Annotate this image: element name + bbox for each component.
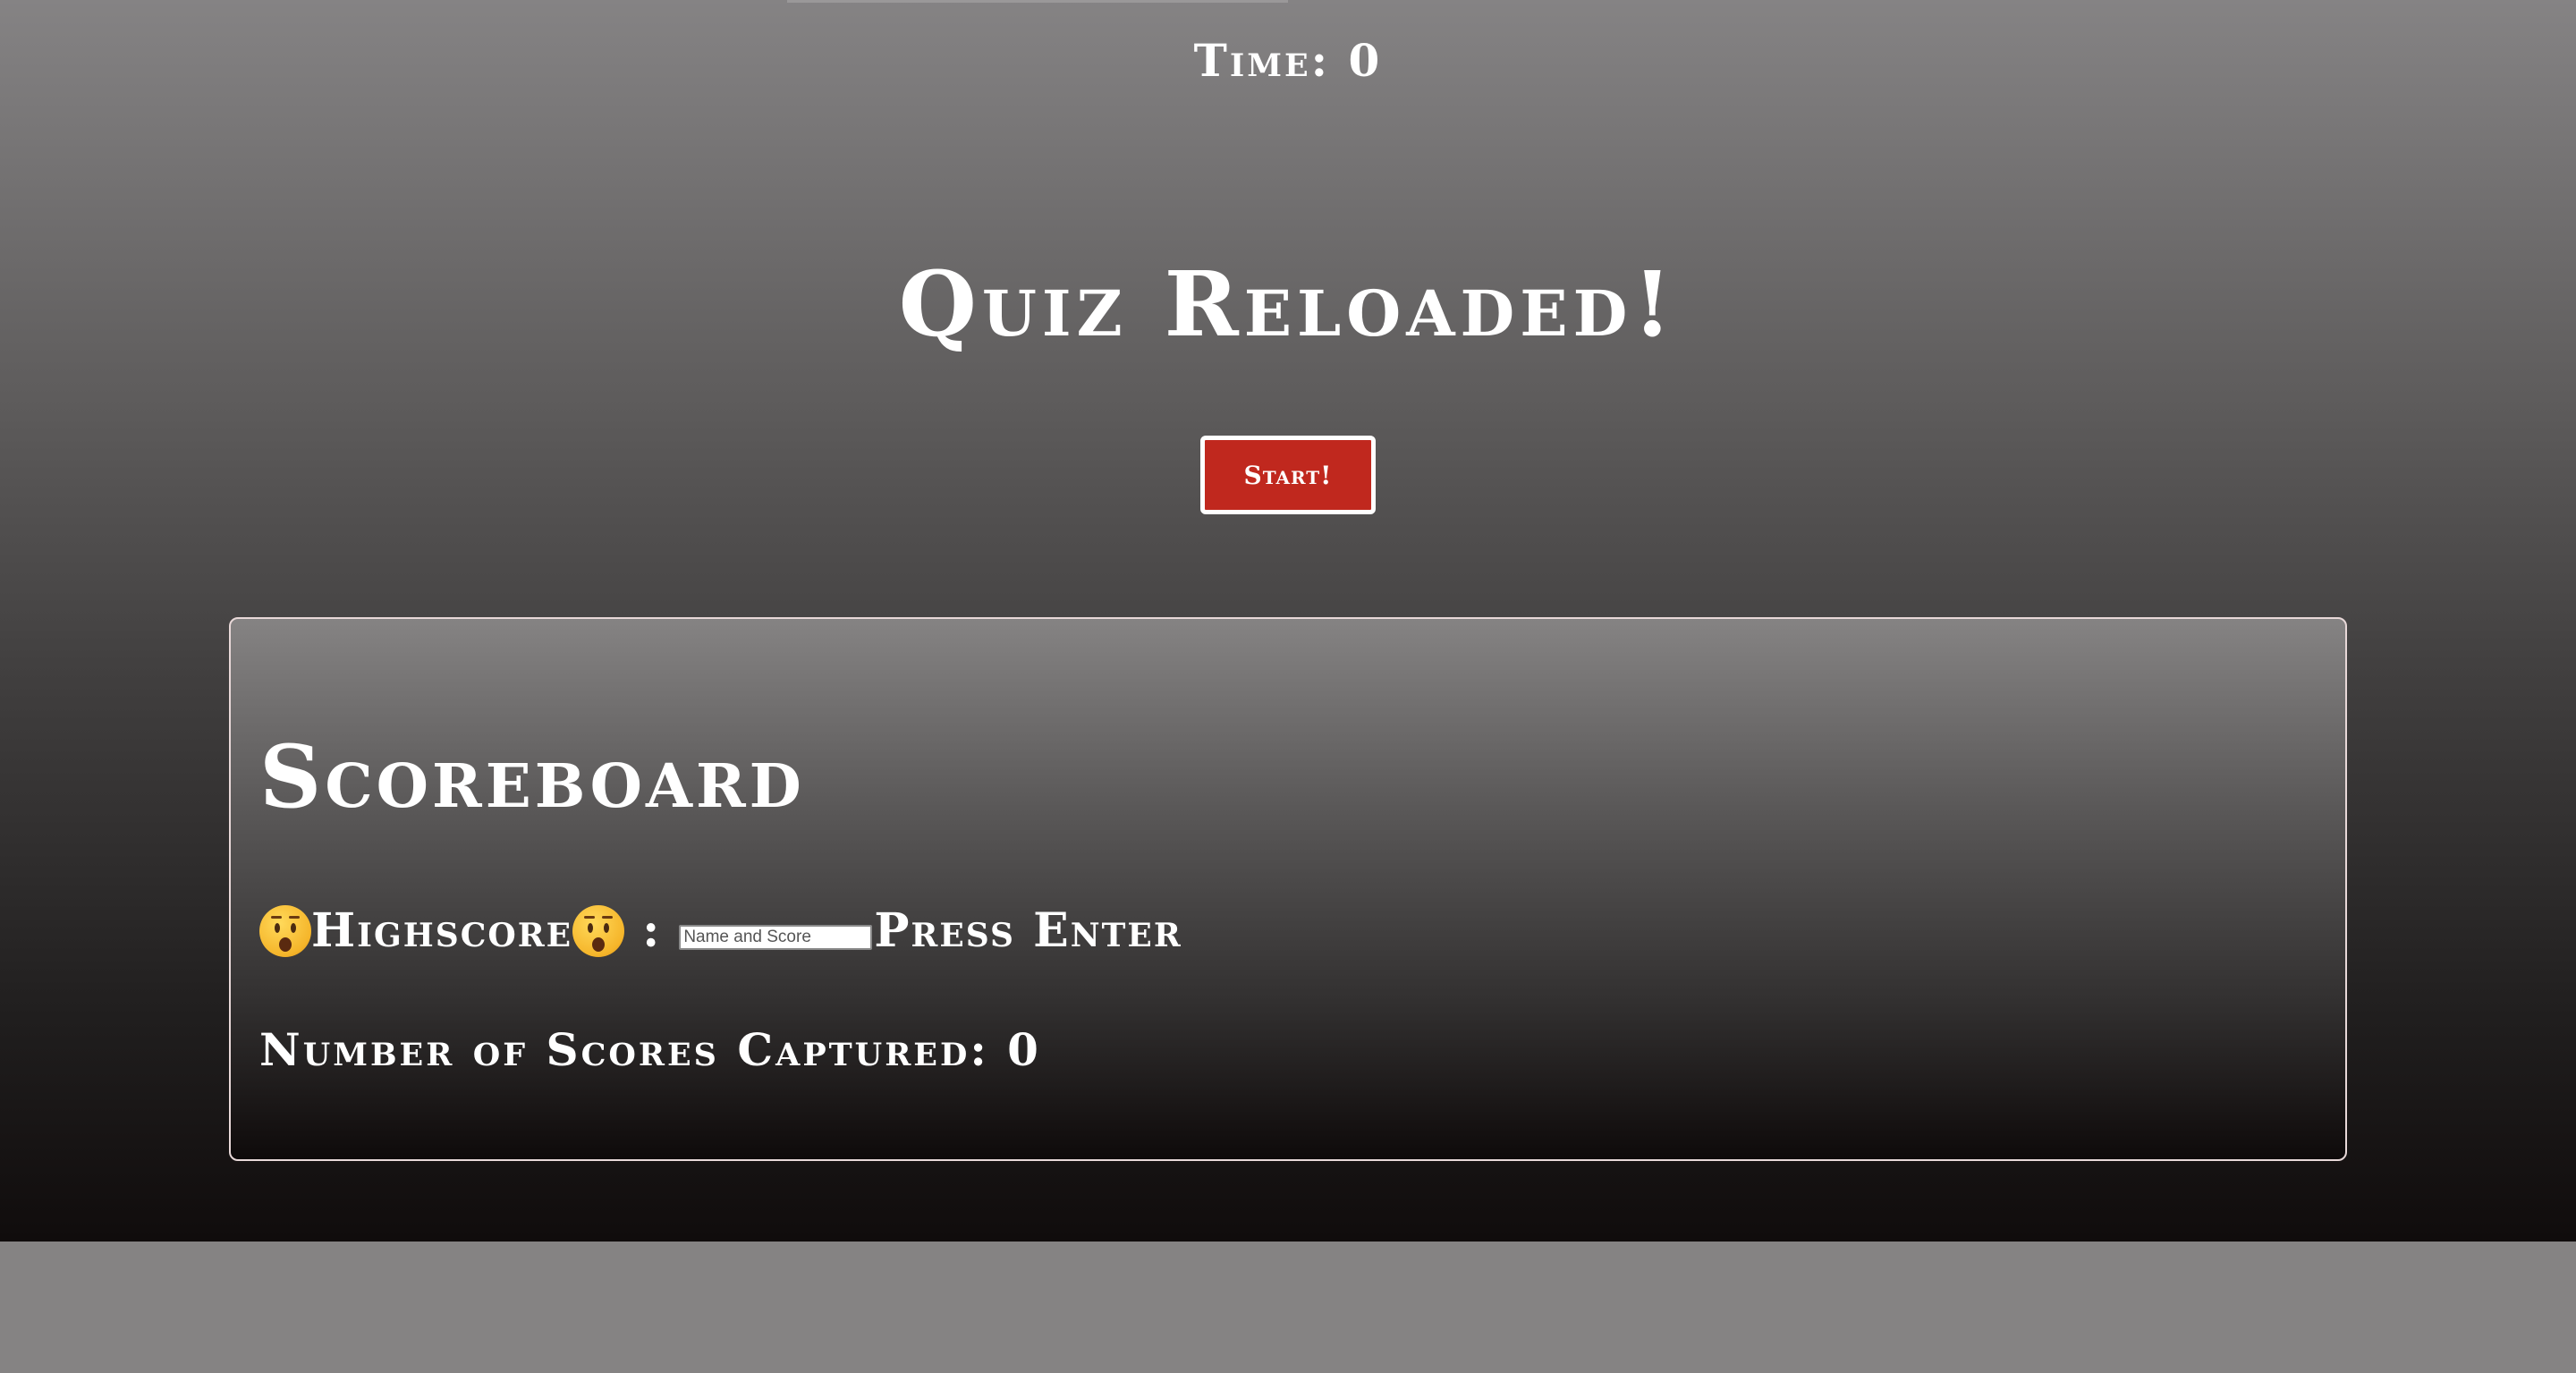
timer-display: Time: 0 — [1193, 34, 1383, 87]
astonished-face-icon — [259, 904, 311, 957]
scores-count: Number of Scores Captured: 0 — [259, 1023, 1041, 1076]
page-title: Quiz Reloaded! — [898, 251, 1678, 357]
highscore-input[interactable] — [679, 924, 873, 950]
hero-section: Time: 0 Quiz Reloaded! Start! Scoreboard… — [0, 0, 2576, 1242]
highscore-colon: : — [642, 903, 662, 958]
highscore-row: Highscore : Press Enter — [259, 903, 1182, 958]
start-button[interactable]: Start! — [1200, 436, 1376, 514]
scoreboard-panel: Scoreboard Highscore : Press Enter Numbe… — [229, 617, 2347, 1161]
astonished-face-icon — [572, 904, 625, 957]
scoreboard-title: Scoreboard — [259, 726, 805, 827]
press-enter-hint: Press Enter — [874, 903, 1182, 958]
highscore-label: Highscore — [311, 903, 573, 958]
top-divider — [787, 0, 1288, 3]
